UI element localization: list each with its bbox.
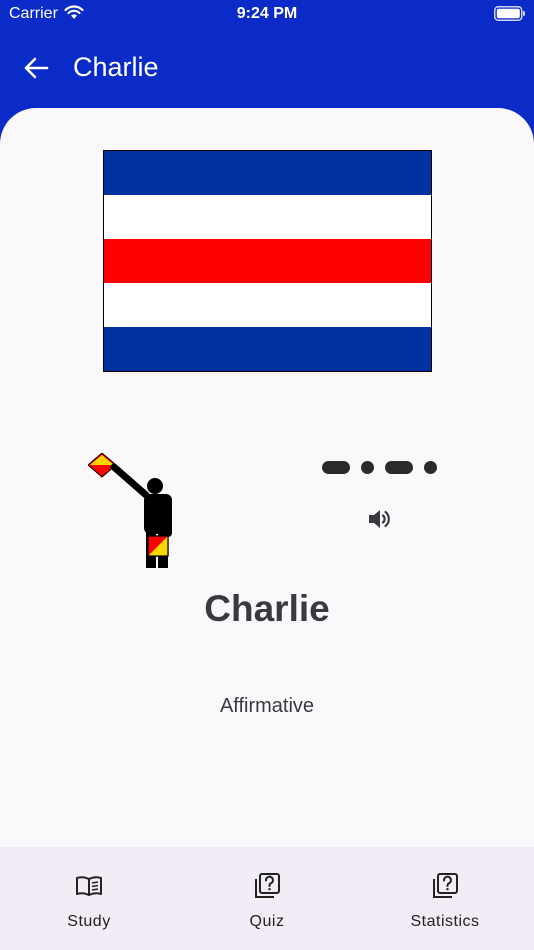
flag-stripe [104, 327, 431, 371]
nav-label-quiz: Quiz [249, 913, 285, 930]
nav-item-study[interactable]: Study [0, 847, 178, 950]
speaker-icon [369, 510, 390, 528]
app-bar: Charlie [0, 30, 534, 108]
content-card: Charlie Affirmative [0, 108, 534, 847]
question-card-icon [433, 873, 458, 898]
question-card-icon [255, 873, 280, 898]
play-morse-button[interactable] [364, 503, 396, 535]
nav-item-quiz[interactable]: Quiz [178, 847, 356, 950]
morse-dot [361, 461, 374, 474]
battery-icon [494, 6, 525, 21]
flag-stripe [104, 195, 431, 239]
flag-stripe [104, 239, 431, 283]
nav-item-statistics[interactable]: Statistics [356, 847, 534, 950]
semaphore-figure-icon [88, 453, 172, 568]
bottom-navigation: Study Quiz Statistics [0, 847, 534, 950]
page-title: Charlie [73, 52, 159, 82]
back-button[interactable] [16, 50, 56, 86]
letter-name: Charlie [204, 588, 330, 629]
flag-stripe [104, 283, 431, 327]
flag-stripe [104, 151, 431, 195]
morse-dash [385, 461, 413, 474]
open-book-icon [76, 876, 102, 896]
nav-label-statistics: Statistics [410, 913, 480, 930]
signal-flag-charlie [103, 150, 432, 372]
arrow-left-icon [24, 57, 49, 79]
nav-label-study: Study [67, 913, 111, 930]
letter-meaning: Affirmative [219, 695, 315, 717]
morse-code [320, 461, 440, 475]
morse-dot [424, 461, 437, 474]
morse-dash [322, 461, 350, 474]
status-time: 9:24 PM [236, 5, 298, 22]
status-bar: Carrier 9:24 PM [0, 0, 534, 30]
